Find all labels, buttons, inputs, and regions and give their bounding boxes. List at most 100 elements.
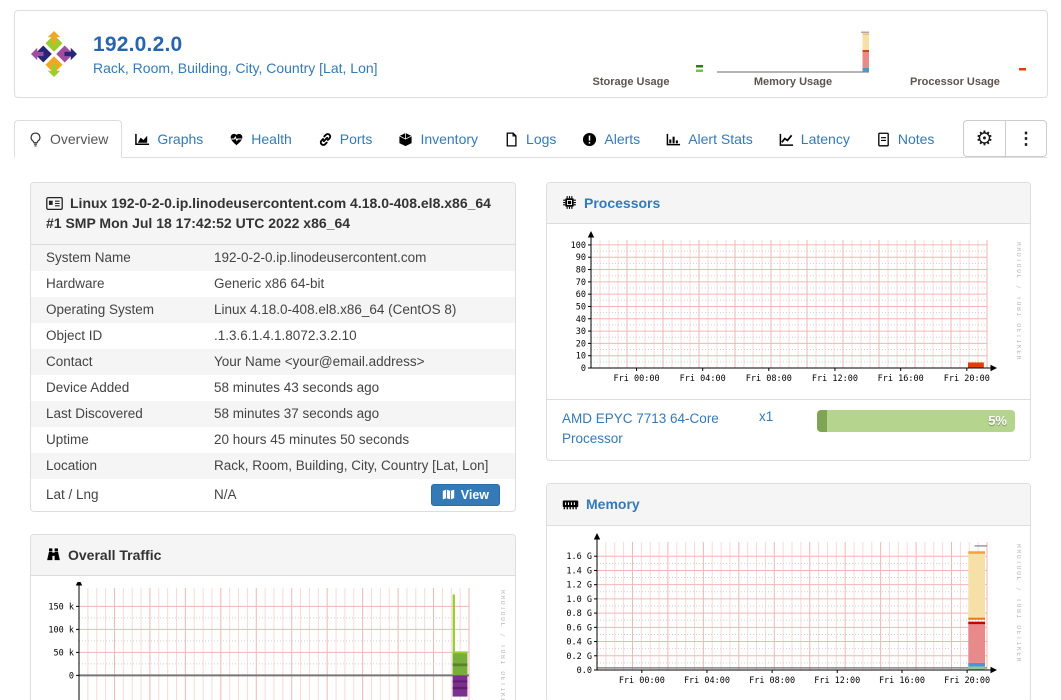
tab-latency[interactable]: Latency: [766, 121, 863, 157]
svg-text:0: 0: [581, 364, 586, 374]
svg-text:Fri 12:00: Fri 12:00: [814, 676, 860, 686]
table-row: Location Rack, Room, Building, City, Cou…: [31, 452, 515, 479]
table-row: Last Discovered 58 minutes 37 seconds ag…: [31, 400, 515, 427]
ellipsis-vertical-icon: ⋮: [1017, 129, 1035, 148]
settings-button[interactable]: ⚙: [963, 120, 1005, 157]
svg-text:Fri 16:00: Fri 16:00: [879, 676, 925, 686]
memory-title-link[interactable]: Memory: [586, 496, 640, 512]
lightbulb-icon: [28, 132, 43, 147]
centos-logo-icon: [31, 31, 77, 77]
processors-title-link[interactable]: Processors: [584, 195, 660, 211]
tab-alerts[interactable]: Alerts: [569, 121, 653, 157]
row-label: System Name: [46, 250, 131, 266]
row-value: .1.3.6.1.4.1.8072.3.2.10: [214, 328, 357, 344]
device-header: 192.0.2.0 Rack, Room, Building, City, Co…: [14, 10, 1048, 98]
storage-usage-minigraph[interactable]: Storage Usage: [555, 21, 707, 88]
more-options-button[interactable]: ⋮: [1005, 120, 1047, 157]
overall-traffic-graph[interactable]: 150 k100 k50 k0Fri 00:00Fri 04:00Fri 08:…: [31, 576, 515, 700]
memory-graph[interactable]: 1.6 G 1.4 G 1.2 G 1.0 G 0.8 G 0.6 G 0.4 G 0.2 G…: [547, 526, 1030, 700]
cpu-row: AMD EPYC 7713 64-Core Processor x1 5%: [547, 399, 1030, 460]
tab-label: Overview: [50, 131, 109, 147]
table-row: System Name 192-0-2-0.ip.linodeuserconte…: [31, 244, 515, 271]
row-value: Linux 4.18.0-408.el8.x86_64 (CentOS 8): [214, 302, 457, 318]
memory-usage-minigraph[interactable]: Memory Usage: [717, 21, 869, 88]
svg-text:30: 30: [576, 327, 586, 337]
svg-text:Fri 08:00: Fri 08:00: [749, 676, 795, 686]
heartbeat-icon: [229, 132, 244, 147]
svg-text:90: 90: [576, 254, 586, 264]
system-panel-header: Linux 192-0-2-0.ip.linodeusercontent.com…: [31, 183, 515, 245]
svg-text:0: 0: [69, 671, 74, 681]
svg-text:40: 40: [576, 315, 586, 325]
row-label: Hardware: [46, 276, 105, 292]
memory-icon: [562, 499, 579, 511]
processor-usage-minigraph[interactable]: Processor Usage: [879, 21, 1031, 88]
memory-sparkline-icon: [717, 31, 869, 73]
svg-text:0.2 G: 0.2 G: [566, 651, 592, 661]
system-title: Linux 192-0-2-0.ip.linodeusercontent.com…: [46, 195, 491, 232]
cube-icon: [398, 132, 413, 147]
cpu-name-link[interactable]: AMD EPYC 7713 64-Core Processor: [562, 409, 737, 448]
table-row: Device Added 58 minutes 43 seconds ago: [31, 375, 515, 401]
svg-text:RRDTOOL / TOBI OETIKER: RRDTOOL / TOBI OETIKER: [499, 590, 505, 700]
address-card-icon: [46, 197, 63, 210]
chart-area-icon: [135, 132, 150, 147]
svg-text:100 k: 100 k: [48, 625, 74, 635]
svg-text:Fri 00:00: Fri 00:00: [619, 676, 665, 686]
traffic-panel-header: Overall Traffic: [31, 534, 515, 576]
row-label: Object ID: [46, 328, 103, 344]
storage-usage-label: Storage Usage: [592, 75, 670, 88]
processor-usage-label: Processor Usage: [910, 75, 1000, 88]
device-location-link[interactable]: Rack, Room, Building, City, Country [Lat…: [93, 60, 378, 76]
svg-text:RRDTOOL / TOBI OETIKER: RRDTOOL / TOBI OETIKER: [1015, 242, 1021, 361]
tab-health[interactable]: Health: [216, 121, 304, 157]
header-minigraphs: Storage Usage Memory Usage Processor Usa…: [555, 21, 1031, 88]
row-label: Device Added: [46, 380, 130, 396]
svg-text:0.0: 0.0: [577, 666, 592, 676]
row-label: Uptime: [46, 432, 89, 448]
row-label: Contact: [46, 354, 93, 370]
table-row: Operating System Linux 4.18.0-408.el8.x8…: [31, 296, 515, 323]
microchip-icon: [562, 195, 577, 210]
svg-text:1.2 G: 1.2 G: [566, 580, 592, 590]
tab-overview[interactable]: Overview: [14, 120, 123, 158]
row-label: Location: [46, 458, 98, 474]
bar-chart-icon: [666, 132, 681, 147]
memory-panel: Memory 1.6 G 1.4 G 1.2 G 1.0 G 0.8 G 0.6 G 0.4…: [546, 483, 1031, 700]
row-value: 58 minutes 43 seconds ago: [214, 380, 380, 396]
row-value: 20 hours 45 minutes 50 seconds: [214, 432, 410, 448]
svg-text:Fri 00:00: Fri 00:00: [614, 374, 660, 384]
view-map-button[interactable]: View: [430, 483, 500, 506]
table-row: Contact Your Name <your@email.address>: [31, 348, 515, 375]
table-row: Lat / Lng N/A View: [31, 479, 515, 511]
tab-inventory[interactable]: Inventory: [385, 121, 491, 157]
row-value: Rack, Room, Building, City, Country [Lat…: [214, 458, 489, 474]
svg-text:Fri 20:00: Fri 20:00: [944, 676, 990, 686]
memory-usage-label: Memory Usage: [753, 75, 833, 88]
processor-sparkline-icon: [1019, 67, 1026, 70]
svg-text:150 k: 150 k: [48, 602, 74, 612]
tab-graphs[interactable]: Graphs: [122, 121, 216, 157]
tab-logs[interactable]: Logs: [491, 121, 569, 157]
svg-text:80: 80: [576, 266, 586, 276]
cpu-usage-value: 5%: [988, 413, 1007, 429]
note-icon: [876, 132, 891, 147]
tab-label: Health: [251, 131, 292, 147]
cpu-usage-bar-fill: [817, 410, 827, 433]
svg-text:Fri 12:00: Fri 12:00: [812, 374, 858, 384]
tab-alert-stats[interactable]: Alert Stats: [653, 121, 766, 157]
svg-text:20: 20: [576, 340, 586, 350]
processors-graph[interactable]: 100 90 80 70 60 50 40 30 20 10 0 Fri 00:00 Fri 04:00…: [547, 224, 1030, 399]
storage-sparkline-icon: [696, 64, 703, 72]
tab-label: Inventory: [420, 131, 479, 147]
tab-ports[interactable]: Ports: [305, 121, 386, 157]
tab-notes[interactable]: Notes: [863, 121, 948, 157]
svg-text:70: 70: [576, 278, 586, 288]
cpu-count: x1: [759, 409, 774, 425]
binoculars-icon: [46, 547, 61, 562]
svg-text:1.0 G: 1.0 G: [566, 595, 592, 605]
table-row: Object ID .1.3.6.1.4.1.8072.3.2.10: [31, 323, 515, 349]
svg-text:RRDTOOL / TOBI OETIKER: RRDTOOL / TOBI OETIKER: [1015, 544, 1021, 663]
svg-text:100: 100: [571, 241, 586, 251]
svg-text:Fri 08:00: Fri 08:00: [746, 374, 792, 384]
